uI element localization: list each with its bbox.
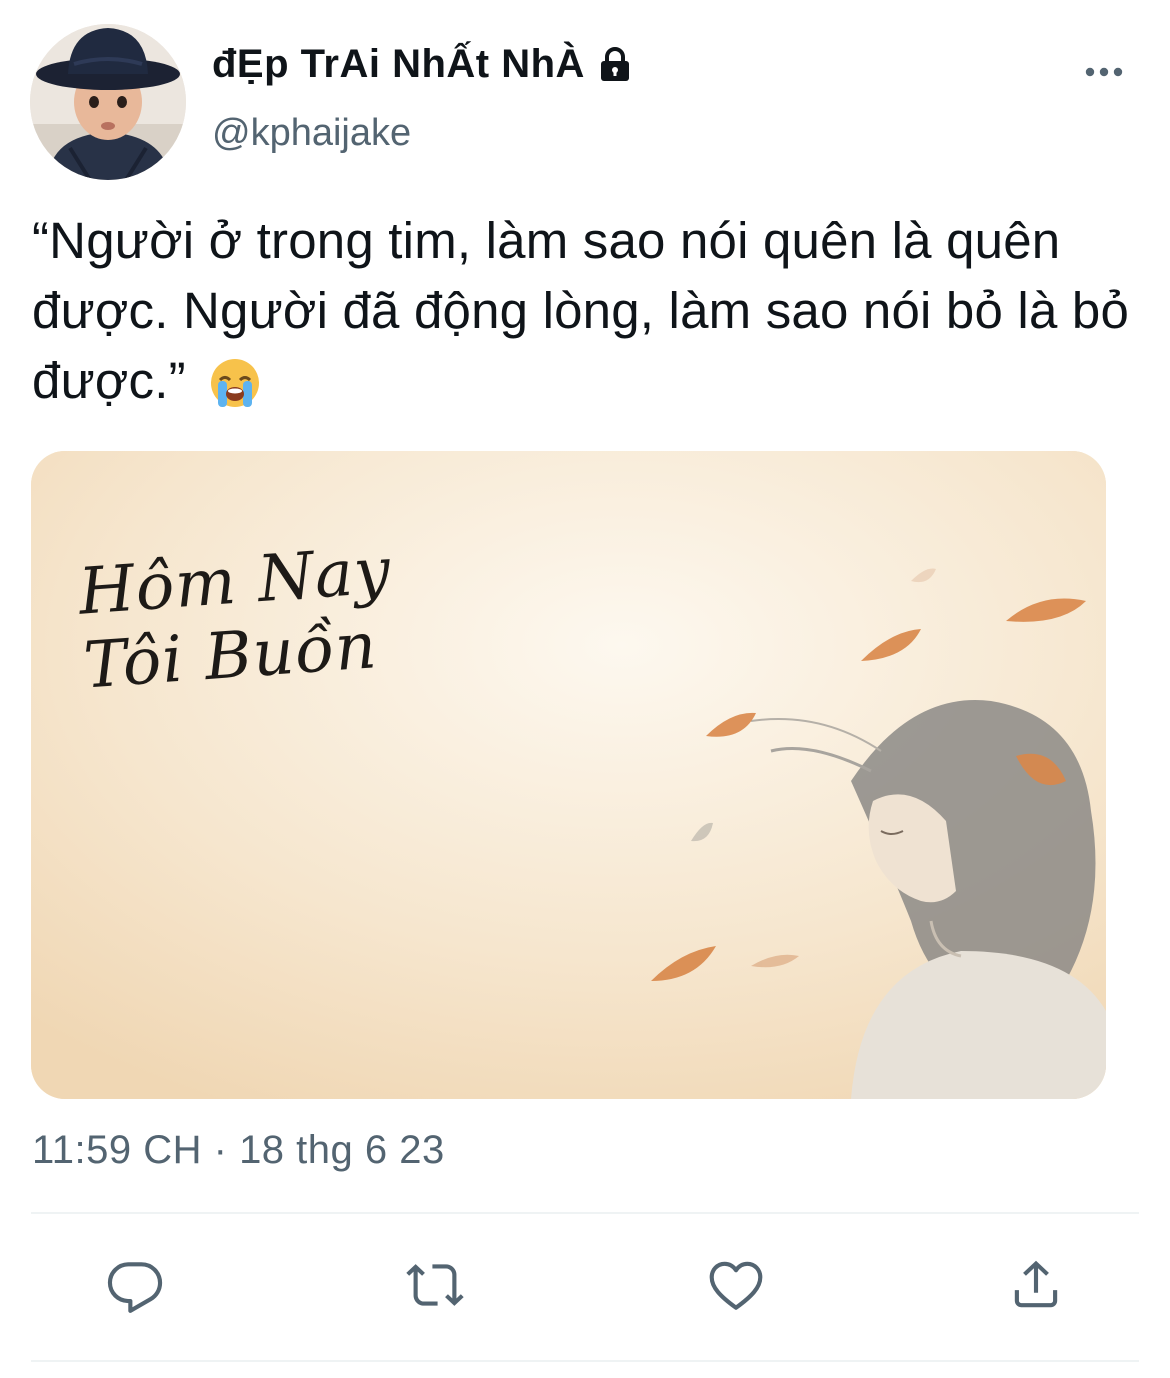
loudly-crying-face-emoji bbox=[211, 359, 260, 407]
like-icon bbox=[709, 1261, 763, 1310]
retweet-button[interactable] bbox=[402, 1252, 468, 1318]
divider bbox=[31, 1212, 1139, 1214]
display-name[interactable]: đẸp TrAi NhẤt NhÀ bbox=[212, 42, 585, 87]
reply-icon bbox=[107, 1262, 163, 1313]
tweet-text-content: “Người ở trong tim, làm sao nói quên là … bbox=[32, 212, 1130, 409]
more-options-button[interactable] bbox=[1076, 52, 1132, 92]
reply-button[interactable] bbox=[102, 1252, 168, 1318]
avatar[interactable] bbox=[30, 24, 186, 180]
username-handle[interactable]: @kphaijake bbox=[212, 112, 411, 155]
share-icon bbox=[1014, 1260, 1058, 1308]
avatar-image bbox=[30, 24, 186, 180]
more-horizontal-icon bbox=[1085, 67, 1123, 77]
lock-icon bbox=[600, 46, 629, 81]
tweet-media-image[interactable]: Hôm Nay Tôi Buồn bbox=[31, 451, 1106, 1099]
retweet-icon bbox=[406, 1264, 464, 1306]
like-button[interactable] bbox=[703, 1252, 769, 1318]
name-row: đẸp TrAi NhẤt NhÀ bbox=[212, 42, 635, 87]
tweet: đẸp TrAi NhẤt NhÀ @kphaijake “Người ở tr… bbox=[0, 0, 1170, 1378]
tweet-text: “Người ở trong tim, làm sao nói quên là … bbox=[32, 206, 1167, 416]
action-bar bbox=[0, 1252, 1170, 1318]
tweet-timestamp[interactable]: 11:59 CH · 18 thg 6 23 bbox=[32, 1128, 445, 1173]
divider bbox=[31, 1360, 1139, 1362]
artwork-title: Hôm Nay Tôi Buồn bbox=[76, 534, 394, 704]
share-button[interactable] bbox=[1003, 1252, 1069, 1318]
